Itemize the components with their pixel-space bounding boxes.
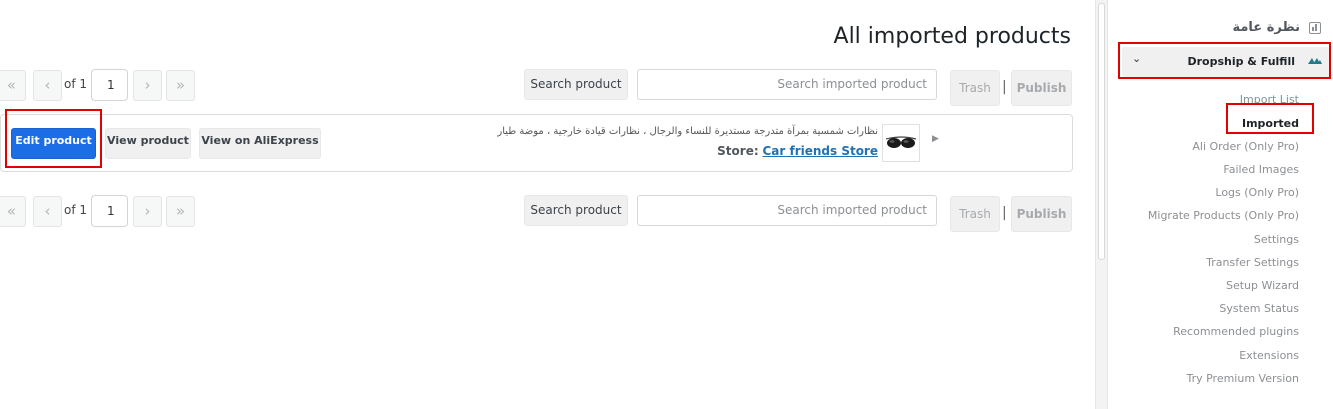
- page-number-input[interactable]: 1: [91, 195, 128, 227]
- sidebar-item-try-premium[interactable]: Try Premium Version: [1186, 372, 1299, 385]
- sidebar-item-overview[interactable]: نظرة عامة: [1232, 20, 1300, 35]
- sunglasses-image[interactable]: [882, 124, 920, 162]
- sidebar-item-imported[interactable]: Imported: [1242, 117, 1299, 130]
- last-page-button[interactable]: »: [166, 196, 195, 227]
- toolbar-separator: |: [1002, 205, 1007, 221]
- sidebar-item-ali-order[interactable]: Ali Order (Only Pro): [1192, 140, 1299, 153]
- next-page-button[interactable]: ›: [133, 196, 162, 227]
- scrollbar[interactable]: [1095, 0, 1108, 409]
- product-row: Edit product View product View on AliExp…: [0, 114, 1073, 172]
- sidebar-item-system-status[interactable]: System Status: [1219, 302, 1299, 315]
- sidebar-item-migrate-products[interactable]: Migrate Products (Only Pro): [1148, 209, 1299, 222]
- trash-button[interactable]: Trash: [950, 196, 1000, 232]
- prev-page-button[interactable]: ‹: [33, 196, 62, 227]
- sidebar-item-recommended-plugins[interactable]: Recommended plugins: [1173, 325, 1299, 338]
- product-title: نظارات شمسية بمرآة متدرجة مستديرة للنساء…: [497, 126, 878, 137]
- scrollbar-thumb[interactable]: [1098, 3, 1105, 260]
- page-count-label: of 1: [64, 77, 88, 91]
- sidebar-item-setup-wizard[interactable]: Setup Wizard: [1226, 279, 1299, 292]
- first-page-button[interactable]: «: [0, 70, 26, 101]
- sidebar-item-dropship-label: Dropship & Fulfill: [1187, 55, 1295, 68]
- prev-page-button[interactable]: ‹: [33, 70, 62, 101]
- expand-caret-icon[interactable]: ▶: [932, 134, 939, 144]
- search-imported-input[interactable]: Search imported product: [637, 195, 937, 226]
- search-imported-input[interactable]: Search imported product: [637, 69, 937, 100]
- dropship-logo-icon: [1308, 58, 1322, 64]
- top-toolbar: « ‹ of 1 1 › » Search product Search imp…: [0, 69, 1075, 106]
- sidebar-item-settings[interactable]: Settings: [1254, 233, 1299, 246]
- search-product-button[interactable]: Search product: [524, 69, 628, 100]
- next-page-button[interactable]: ›: [133, 70, 162, 101]
- admin-sidebar: نظرة عامة ⌄ Dropship & Fulfill Import Li…: [1108, 0, 1333, 409]
- trash-button[interactable]: Trash: [950, 70, 1000, 106]
- chevron-down-icon: ⌄: [1132, 52, 1142, 65]
- view-on-aliexpress-button[interactable]: View on AliExpress: [199, 128, 321, 159]
- sidebar-item-import-list[interactable]: Import List: [1240, 93, 1299, 106]
- bottom-toolbar: « ‹ of 1 1 › » Search product Search imp…: [0, 195, 1075, 232]
- first-page-button[interactable]: «: [0, 196, 26, 227]
- view-product-button[interactable]: View product: [105, 128, 191, 159]
- sidebar-item-dropship[interactable]: ⌄ Dropship & Fulfill: [1122, 47, 1330, 77]
- last-page-button[interactable]: »: [166, 70, 195, 101]
- page-count-label: of 1: [64, 203, 88, 217]
- sidebar-item-extensions[interactable]: Extensions: [1239, 349, 1299, 362]
- page-number-input[interactable]: 1: [91, 69, 128, 101]
- page-title: All imported products: [833, 24, 1071, 49]
- store-label: Store:: [717, 144, 759, 158]
- store-line: Store: Car friends Store: [717, 144, 878, 158]
- toolbar-separator: |: [1002, 79, 1007, 95]
- sidebar-item-logs[interactable]: Logs (Only Pro): [1215, 186, 1299, 199]
- publish-button[interactable]: Publish: [1011, 196, 1072, 232]
- search-product-button[interactable]: Search product: [524, 195, 628, 226]
- publish-button[interactable]: Publish: [1011, 70, 1072, 106]
- sidebar-item-failed-images[interactable]: Failed Images: [1223, 163, 1299, 176]
- sidebar-item-transfer-settings[interactable]: Transfer Settings: [1206, 256, 1299, 269]
- store-link[interactable]: Car friends Store: [762, 144, 878, 158]
- edit-product-button[interactable]: Edit product: [11, 128, 96, 159]
- overview-chart-icon: [1309, 22, 1321, 34]
